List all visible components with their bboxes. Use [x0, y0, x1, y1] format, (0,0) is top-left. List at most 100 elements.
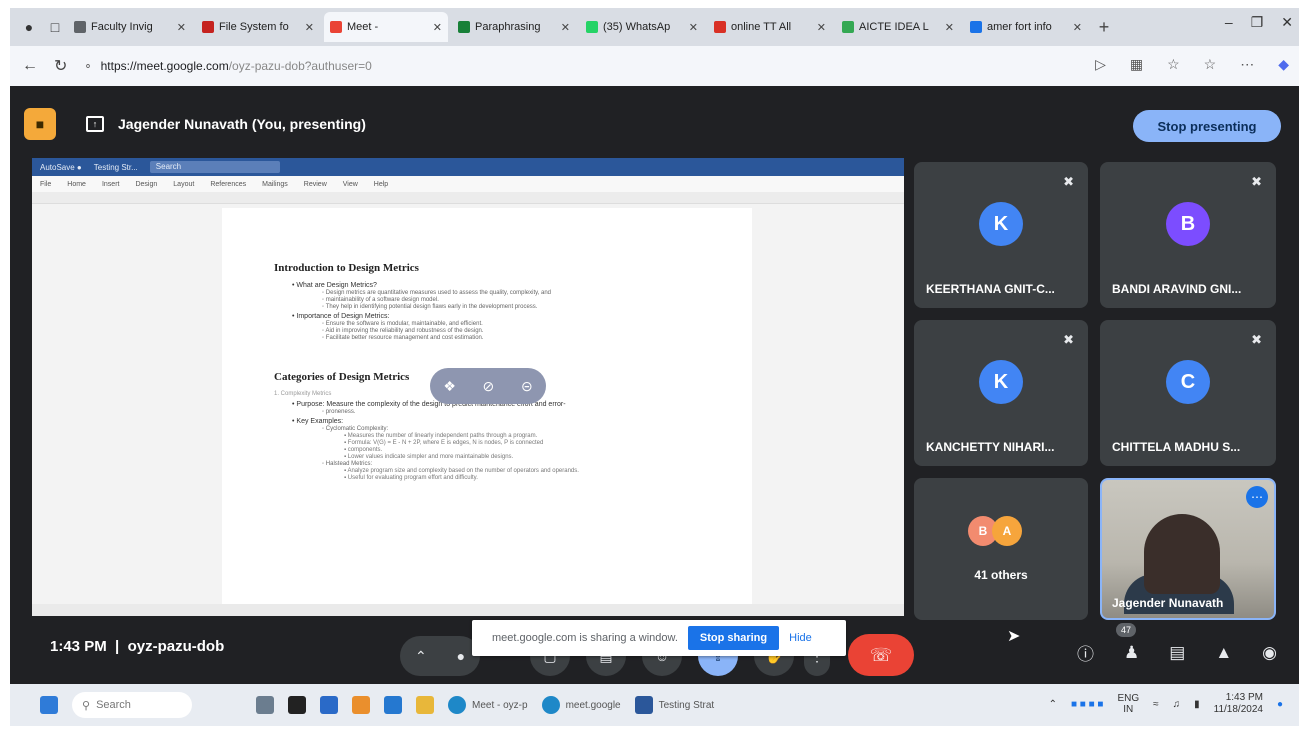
task-view-icon[interactable] [288, 696, 306, 714]
present-screen-icon: ↑ [86, 116, 104, 132]
battery-icon[interactable]: ▮ [1194, 699, 1200, 710]
document-page: Introduction to Design Metrics • What ar… [222, 208, 752, 608]
store-icon[interactable] [384, 696, 402, 714]
extensions-icon[interactable]: ▦ [1130, 56, 1143, 73]
close-window-icon[interactable]: ✕ [1281, 14, 1293, 31]
language-top: ENG [1117, 693, 1140, 704]
tab-close-icon[interactable]: ✕ [689, 21, 698, 34]
browser-tab[interactable]: AICTE IDEA L ✕ [836, 12, 960, 42]
volume-icon[interactable]: ♫ [1173, 699, 1181, 710]
start-menu-icon[interactable] [40, 696, 58, 714]
browser-tab[interactable]: Paraphrasing ✕ [452, 12, 576, 42]
tab-close-icon[interactable]: ✕ [1073, 21, 1082, 34]
word-menu-item: Review [303, 180, 327, 188]
participant-tile[interactable]: ✖ K KANCHETTY NIHARI... [914, 320, 1088, 466]
tab-close-icon[interactable]: ✕ [433, 21, 442, 34]
stop-sharing-button[interactable]: Stop sharing [687, 626, 780, 650]
word-menu-item: View [342, 180, 358, 188]
notification-icon[interactable]: ● [1277, 699, 1283, 710]
word-menu-item: File [40, 180, 52, 188]
tab-actions-icon[interactable]: □ [42, 14, 68, 40]
meeting-separator: | [110, 638, 128, 655]
stop-share-floating-icon[interactable]: ⊝ [521, 378, 533, 395]
leave-call-button[interactable]: ☏ [848, 634, 914, 676]
new-tab-button[interactable]: + [1092, 17, 1116, 38]
tray-apps-icon[interactable]: ■ ■ ■ ■ [1071, 699, 1104, 710]
microphone-icon[interactable]: ● [457, 648, 465, 664]
participant-name: KANCHETTY NIHARI... [926, 440, 1055, 454]
tab-favicon-icon [458, 21, 470, 33]
refresh-icon[interactable]: ↻ [54, 56, 67, 76]
profile-icon[interactable]: ● [16, 14, 42, 40]
tab-close-icon[interactable]: ✕ [305, 21, 314, 34]
favorites-icon[interactable]: ☆ [1204, 56, 1217, 73]
self-tile[interactable]: ⋯ Jagender Nunavath [1100, 478, 1276, 620]
tab-favicon-icon [74, 21, 86, 33]
chevron-up-icon[interactable]: ⌃ [415, 648, 427, 665]
more-menu-icon[interactable]: ⋯ [1240, 56, 1254, 73]
browser-tab[interactable]: File System fo ✕ [196, 12, 320, 42]
word-menu-bar: File Home Insert Design Layout References Mail… [32, 176, 904, 192]
hide-banner-button[interactable]: Hide [789, 632, 812, 644]
participant-tile[interactable]: ✖ B BANDI ARAVIND GNI... [1100, 162, 1276, 308]
word-menu-item: Layout [173, 180, 195, 188]
copilot-icon[interactable]: ◆ [1278, 56, 1289, 73]
activities-icon[interactable]: ▲ [1215, 643, 1232, 663]
doc-bullet: ▪ Analyze program size and complexity ba… [344, 468, 704, 474]
language-bottom: IN [1123, 704, 1134, 715]
clock[interactable]: 1:43 PM 11/18/2024 [1214, 692, 1263, 716]
participant-name: KEERTHANA GNIT-C... [926, 282, 1055, 296]
tab-close-icon[interactable]: ✕ [817, 21, 826, 34]
meeting-details-icon[interactable]: ⓘ [1077, 640, 1094, 665]
pin-icon[interactable]: ❖ [443, 378, 456, 395]
restore-icon[interactable]: ❐ [1251, 14, 1264, 31]
people-button[interactable]: 47 ♟ [1116, 622, 1139, 663]
participant-tile[interactable]: ✖ K KEERTHANA GNIT-C... [914, 162, 1088, 308]
browser-tab[interactable]: (35) WhatsAp ✕ [580, 12, 704, 42]
clock-date: 11/18/2024 [1213, 704, 1263, 715]
tab-close-icon[interactable]: ✕ [561, 21, 570, 34]
participant-avatar: K [979, 360, 1023, 404]
taskbar-app-word[interactable]: Testing Strat [634, 696, 714, 714]
host-controls-icon[interactable]: ◉ [1262, 643, 1277, 663]
participant-tile[interactable]: ✖ C CHITTELA MADHU S... [1100, 320, 1276, 466]
wifi-icon[interactable]: ≈ [1153, 699, 1159, 710]
favorite-star-icon[interactable]: ☆ [1167, 56, 1180, 73]
widgets-icon[interactable] [256, 696, 274, 714]
tab-label: Meet - [347, 21, 379, 33]
teams-icon[interactable] [320, 696, 338, 714]
mute-floating-icon[interactable]: ⊘ [483, 378, 495, 395]
photos-icon[interactable] [352, 696, 370, 714]
presenter-label: Jagender Nunavath (You, presenting) [118, 116, 366, 132]
language-indicator[interactable]: ENG IN [1117, 693, 1139, 715]
tray-chevron-icon[interactable]: ⌃ [1049, 699, 1057, 710]
sharing-banner: meet.google.com is sharing a window. Sto… [472, 620, 846, 656]
chat-icon[interactable]: ▤ [1169, 643, 1185, 663]
meeting-code: oyz-pazu-dob [127, 638, 225, 655]
autosave-toggle: AutoSave ● [40, 162, 82, 172]
others-tile[interactable]: B A 41 others [914, 478, 1088, 620]
back-icon[interactable]: ← [22, 57, 38, 75]
browser-tab[interactable]: Faculty Invig ✕ [68, 12, 192, 42]
camera-indicator-icon[interactable]: ▷ [1095, 56, 1106, 73]
stop-presenting-button[interactable]: Stop presenting [1133, 110, 1281, 142]
shared-screen: AutoSave ● Testing Str... Search File Hom… [32, 158, 904, 616]
browser-tab[interactable]: Meet - ✕ [324, 12, 448, 42]
word-title-bar: AutoSave ● Testing Str... Search [32, 158, 904, 176]
people-count-badge: 47 [1116, 622, 1137, 637]
browser-tab[interactable]: amer fort info ✕ [964, 12, 1088, 42]
doc-bullet-text: Ensure the software is modular, maintain… [325, 321, 483, 327]
tab-close-icon[interactable]: ✕ [945, 21, 954, 34]
tab-close-icon[interactable]: ✕ [177, 21, 186, 34]
doc-heading-intro: Introduction to Design Metrics [274, 262, 419, 274]
taskbar-app-meet[interactable]: Meet - oyz-p [448, 696, 528, 714]
taskbar-app-meet-google[interactable]: meet.google [541, 696, 621, 714]
meet-control-bar: 1:43 PM | oyz-pazu-dob ⌃ ● ▢ ▤ ☺ ⇪ ✋ ⋮ ☏… [10, 618, 1299, 684]
browser-tab[interactable]: online TT All ✕ [708, 12, 832, 42]
url-field[interactable]: ⚬ https://meet.google.com/oyz-pazu-dob?a… [83, 59, 963, 73]
word-menu-item: Design [135, 180, 158, 188]
minimize-icon[interactable]: – [1225, 14, 1233, 31]
more-options-icon[interactable]: ⋯ [1246, 486, 1268, 508]
taskbar-search[interactable]: ⚲ Search [72, 692, 192, 718]
file-explorer-icon[interactable] [416, 696, 434, 714]
